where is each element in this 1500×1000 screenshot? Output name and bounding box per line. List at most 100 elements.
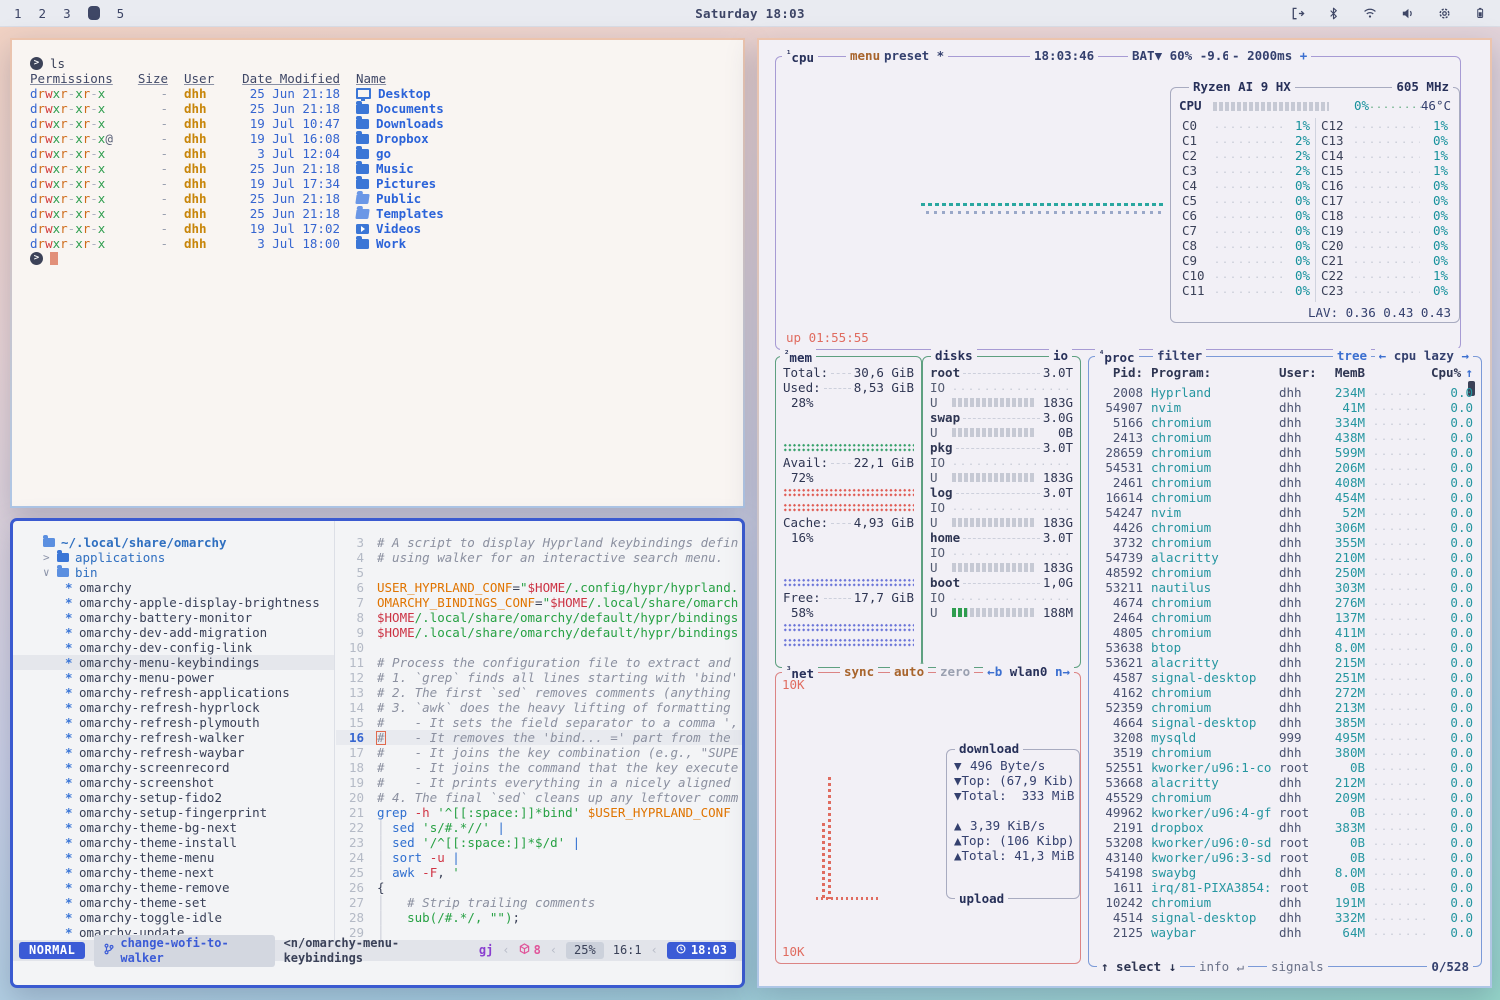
- logout-icon[interactable]: [1290, 6, 1305, 21]
- zero-button[interactable]: zero: [936, 664, 974, 679]
- code-line[interactable]: 20# 4. The final `sed` cleans up any lef…: [336, 790, 742, 805]
- code-line[interactable]: 11# Process the configuration file to ex…: [336, 655, 742, 670]
- process-row[interactable]: 53638btopdhh8.0M........0.0: [1097, 640, 1473, 655]
- process-row[interactable]: 3732chromiumdhh355M........0.0: [1097, 535, 1473, 550]
- process-row[interactable]: 2125waybardhh64M........0.0: [1097, 925, 1473, 940]
- code-line[interactable]: 27│ # Strip trailing comments: [336, 895, 742, 910]
- col-program[interactable]: Program:: [1151, 365, 1279, 380]
- process-row[interactable]: 43140kworker/u96:3-sdroot0B........0.0: [1097, 850, 1473, 865]
- process-row[interactable]: 54198swaybgdhh8.0M........0.0: [1097, 865, 1473, 880]
- gear-icon[interactable]: [1437, 6, 1452, 21]
- tree-item[interactable]: *omarchy-setup-fido2: [13, 790, 334, 805]
- code-line[interactable]: 23│ sed '/^[[:space:]]*$/d' |: [336, 835, 742, 850]
- process-row[interactable]: 4514signal-desktopdhh332M........0.0: [1097, 910, 1473, 925]
- code-line[interactable]: 9$HOME/.local/share/omarchy/default/hypr…: [336, 625, 742, 640]
- tree-item[interactable]: *omarchy-screenshot: [13, 775, 334, 790]
- process-row[interactable]: 4805chromiumdhh411M........0.0: [1097, 625, 1473, 640]
- io-toggle[interactable]: io: [1049, 348, 1072, 363]
- info-control[interactable]: info ↵: [1195, 959, 1248, 974]
- code-line[interactable]: 21grep -h '^[[:space:]]*bind' $USER_HYPR…: [336, 805, 742, 820]
- process-row[interactable]: 1611irq/81-PIXA3854:root0B........0.0: [1097, 880, 1473, 895]
- process-row[interactable]: 5166chromiumdhh334M........0.0: [1097, 415, 1473, 430]
- select-control[interactable]: ↑ select ↓: [1097, 959, 1180, 974]
- process-row[interactable]: 4426chromiumdhh306M........0.0: [1097, 520, 1473, 535]
- process-row[interactable]: 54531chromiumdhh206M........0.0: [1097, 460, 1473, 475]
- code-line[interactable]: 6USER_HYPRLAND_CONF="$HOME/.config/hypr/…: [336, 580, 742, 595]
- code-line[interactable]: 13# 2. The first `sed` removes comments …: [336, 685, 742, 700]
- process-row[interactable]: 4162chromiumdhh272M........0.0: [1097, 685, 1473, 700]
- process-row[interactable]: 10242chromiumdhh191M........0.0: [1097, 895, 1473, 910]
- git-branch-badge[interactable]: change-wofi-to-walker: [94, 935, 274, 967]
- auto-button[interactable]: auto: [890, 664, 928, 679]
- process-row[interactable]: 2461chromiumdhh408M........0.0: [1097, 475, 1473, 490]
- col-user[interactable]: User:: [1279, 365, 1323, 380]
- preset-button[interactable]: preset *: [880, 48, 948, 63]
- wifi-icon[interactable]: [1362, 6, 1378, 20]
- tree-item[interactable]: *omarchy-menu-power: [13, 670, 334, 685]
- process-row[interactable]: 54247nvimdhh52M........0.0: [1097, 505, 1473, 520]
- code-pane[interactable]: 3# A script to display Hyprland keybindi…: [336, 521, 742, 940]
- tree-item[interactable]: *omarchy-screenrecord: [13, 760, 334, 775]
- bluetooth-icon[interactable]: [1327, 6, 1340, 21]
- workspace-5[interactable]: 5: [117, 6, 125, 21]
- code-line[interactable]: 12# 1. `grep` finds all lines starting w…: [336, 670, 742, 685]
- code-line[interactable]: 18# - It joins the command that the key …: [336, 760, 742, 775]
- process-row[interactable]: 2413chromiumdhh438M........0.0: [1097, 430, 1473, 445]
- code-line[interactable]: 15# - It sets the field separator to a c…: [336, 715, 742, 730]
- process-row[interactable]: 53668alacrittydhh212M........0.0: [1097, 775, 1473, 790]
- code-line[interactable]: 5: [336, 565, 742, 580]
- volume-icon[interactable]: [1400, 6, 1415, 21]
- code-line[interactable]: 19# - It prints everything in a nicely a…: [336, 775, 742, 790]
- process-row[interactable]: 2008Hyprlanddhh234M........0.0: [1097, 385, 1473, 400]
- code-line[interactable]: 22│ sed 's/#.*//' |: [336, 820, 742, 835]
- code-line[interactable]: 7OMARCHY_BINDINGS_CONF="$HOME/.local/sha…: [336, 595, 742, 610]
- code-line[interactable]: 24│ sort -u |: [336, 850, 742, 865]
- code-line[interactable]: 26{: [336, 880, 742, 895]
- tree-item[interactable]: *omarchy-menu-keybindings: [13, 655, 334, 670]
- workspace-2[interactable]: 2: [39, 6, 47, 21]
- tree-item[interactable]: *omarchy-theme-install: [13, 835, 334, 850]
- tree-item[interactable]: *omarchy-apple-display-brightness: [13, 595, 334, 610]
- code-line[interactable]: 25│ awk -F, ': [336, 865, 742, 880]
- cpu-box-title[interactable]: ¹cpu: [782, 48, 818, 65]
- workspace-3[interactable]: 3: [63, 6, 71, 21]
- tree-item[interactable]: *omarchy-dev-add-migration: [13, 625, 334, 640]
- tree-item[interactable]: *omarchy-refresh-waybar: [13, 745, 334, 760]
- btop-window[interactable]: ¹cpu menu preset * 18:03:46 BAT▼ 60% -9.…: [757, 38, 1492, 988]
- process-row[interactable]: 52359chromiumdhh213M........0.0: [1097, 700, 1473, 715]
- code-line[interactable]: 28│ sub(/#.*/, "");: [336, 910, 742, 925]
- process-row[interactable]: 3519chromiumdhh380M........0.0: [1097, 745, 1473, 760]
- process-row[interactable]: 28659chromiumdhh599M........0.0: [1097, 445, 1473, 460]
- tree-toggle[interactable]: tree: [1333, 348, 1371, 363]
- code-line[interactable]: 10: [336, 640, 742, 655]
- workspace-1[interactable]: 1: [14, 6, 22, 21]
- mem-box-title[interactable]: ²mem: [780, 348, 816, 365]
- sync-button[interactable]: sync: [840, 664, 878, 679]
- process-row[interactable]: 4674chromiumdhh276M........0.0: [1097, 595, 1473, 610]
- filter-button[interactable]: filter: [1153, 348, 1206, 363]
- tree-item[interactable]: *omarchy-refresh-applications: [13, 685, 334, 700]
- terminal-window[interactable]: ls Permissions Size User Date Modified N…: [10, 38, 745, 508]
- tree-item[interactable]: *omarchy-theme-next: [13, 865, 334, 880]
- process-row[interactable]: 54739alacrittydhh210M........0.0: [1097, 550, 1473, 565]
- col-cpu[interactable]: Cpu%: [1431, 365, 1461, 380]
- process-row[interactable]: 2191dropboxdhh383M........0.0: [1097, 820, 1473, 835]
- process-row[interactable]: 45529chromiumdhh209M........0.0: [1097, 790, 1473, 805]
- prompt-line-2[interactable]: [30, 251, 725, 266]
- interface-switcher[interactable]: ←b wlan0 n→: [983, 664, 1074, 679]
- process-row[interactable]: 4664signal-desktopdhh385M........0.0: [1097, 715, 1473, 730]
- tree-item[interactable]: *omarchy-theme-set: [13, 895, 334, 910]
- process-row[interactable]: 4587signal-desktopdhh251M........0.0: [1097, 670, 1473, 685]
- code-line[interactable]: 3# A script to display Hyprland keybindi…: [336, 535, 742, 550]
- tree-item[interactable]: *omarchy-theme-bg-next: [13, 820, 334, 835]
- process-row[interactable]: 53208kworker/u96:0-sdroot0B........0.0: [1097, 835, 1473, 850]
- tree-item[interactable]: >applications: [13, 550, 334, 565]
- editor-window[interactable]: ~/.local/share/omarchy>applications∨bin*…: [10, 518, 745, 988]
- process-row[interactable]: 48592chromiumdhh250M........0.0: [1097, 565, 1473, 580]
- tree-item[interactable]: *omarchy-setup-fingerprint: [13, 805, 334, 820]
- code-line[interactable]: 4# using walker for an interactive searc…: [336, 550, 742, 565]
- tree-item[interactable]: *omarchy-theme-remove: [13, 880, 334, 895]
- disks-box-title[interactable]: disks: [931, 348, 977, 363]
- tree-item[interactable]: *omarchy-toggle-idle: [13, 910, 334, 925]
- col-memb[interactable]: MemB: [1323, 365, 1365, 380]
